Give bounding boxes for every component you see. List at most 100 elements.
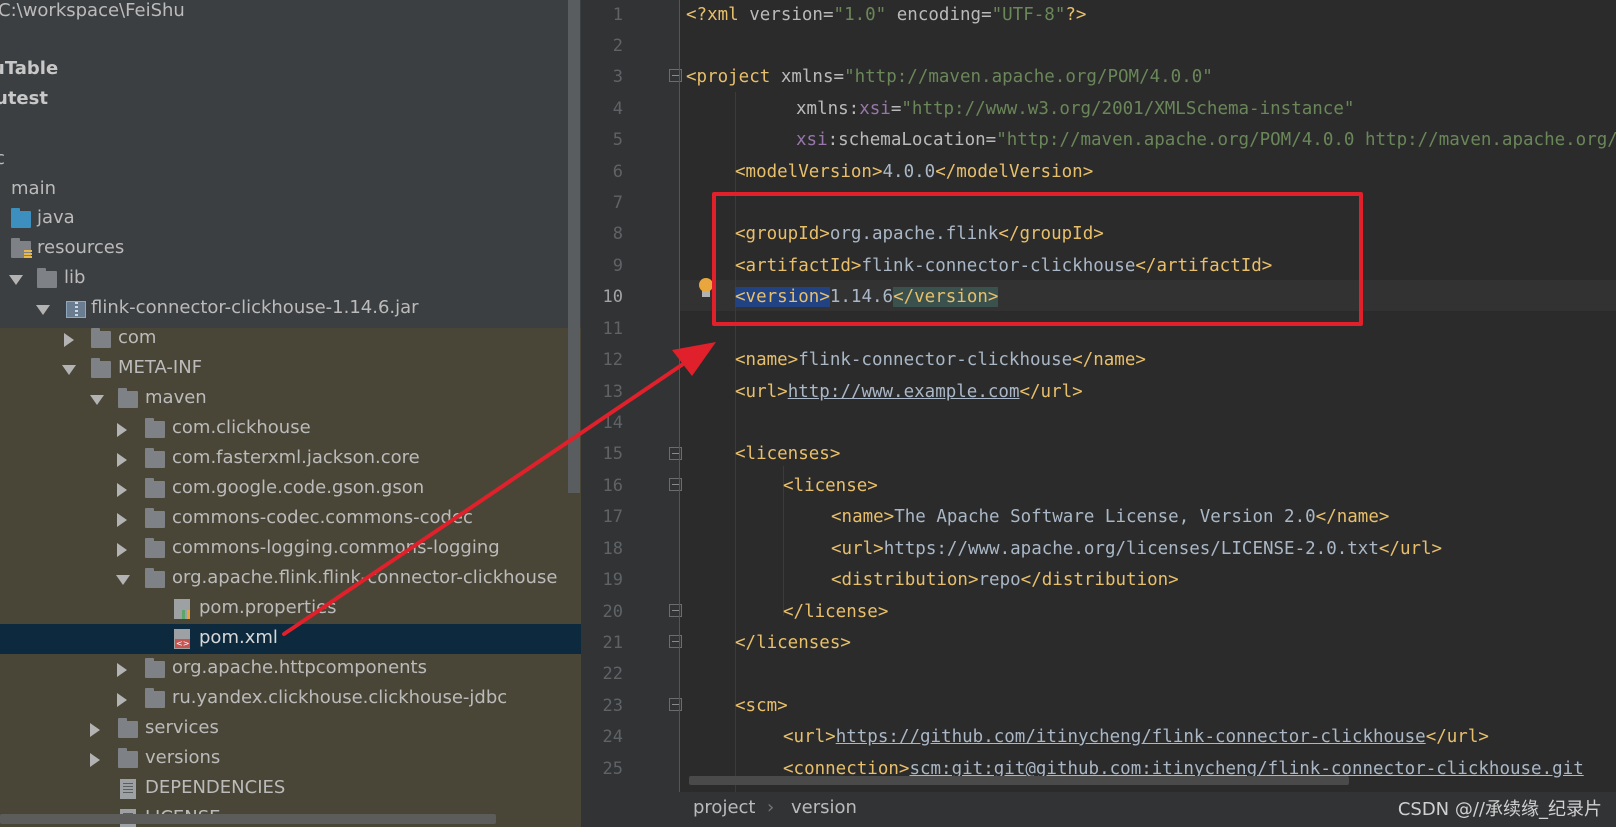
tree-item-label: versions (145, 747, 221, 768)
collapsed-arrow-icon[interactable] (117, 513, 127, 527)
expand-arrow-icon[interactable] (62, 365, 76, 375)
tree-item-jackson[interactable]: com.fasterxml.jackson.core (0, 444, 581, 474)
tree-item-pom-properties[interactable]: pom.properties (0, 594, 581, 624)
fold-marker-icon[interactable] (669, 69, 682, 82)
xml-tag: <name> (735, 350, 799, 370)
tree-item-resources[interactable]: resources (0, 234, 581, 264)
fold-marker-icon[interactable] (669, 604, 682, 617)
folder-icon (145, 688, 165, 708)
xml-tag: </name> (1315, 507, 1390, 527)
xml-attr: xmlns: (796, 99, 860, 119)
tree-item-versions[interactable]: versions (0, 744, 581, 774)
collapsed-arrow-icon[interactable] (117, 483, 127, 497)
code-line-12: <name>flink-connector-clickhouse</name> (735, 348, 1146, 380)
tree-item-label: services (145, 717, 219, 738)
code-line-15: <licenses> (735, 442, 840, 474)
tree-item-flink-connector[interactable]: org.apache.flink.flink-connector-clickho… (0, 564, 581, 594)
breadcrumb-item-version[interactable]: version (791, 797, 857, 818)
tree-item-module-test[interactable]: utest (0, 85, 581, 115)
line-number: 1 (612, 5, 623, 25)
tree-item-java[interactable]: java (0, 204, 581, 234)
collapsed-arrow-icon[interactable] (64, 333, 74, 347)
collapsed-arrow-icon[interactable] (117, 423, 127, 437)
folder-icon (118, 388, 138, 408)
xml-link[interactable]: https://github.com/itinycheng/flink-conn… (836, 727, 1426, 747)
tree-horizontal-scrollbar[interactable] (0, 814, 496, 824)
tree-item-label: main (11, 178, 56, 199)
tree-item-gson[interactable]: com.google.code.gson.gson (0, 474, 581, 504)
collapsed-arrow-icon[interactable] (117, 663, 127, 677)
tree-item-maven[interactable]: maven (0, 384, 581, 414)
line-number: 5 (612, 130, 623, 150)
xml-tag: <url> (831, 539, 884, 559)
fold-marker-icon[interactable] (669, 635, 682, 648)
tree-item-commons-logging[interactable]: commons-logging.commons-logging (0, 534, 581, 564)
tree-item-com-clickhouse[interactable]: com.clickhouse (0, 414, 581, 444)
expand-arrow-icon[interactable] (90, 395, 104, 405)
source-folder-icon (11, 208, 31, 228)
collapsed-arrow-icon[interactable] (90, 723, 100, 737)
line-number: 3 (612, 67, 623, 87)
tree-item-src[interactable]: c (0, 145, 581, 175)
collapsed-arrow-icon[interactable] (90, 753, 100, 767)
tree-item-label: maven (145, 387, 207, 408)
tree-item-jar[interactable]: flink-connector-clickhouse-1.14.6.jar (0, 294, 581, 324)
resources-folder-icon (11, 238, 32, 258)
fold-marker-icon[interactable] (669, 478, 682, 491)
line-number-current: 10 (602, 287, 623, 307)
tree-item-main[interactable]: main (0, 175, 581, 205)
tree-item-services[interactable]: services (0, 714, 581, 744)
collapsed-arrow-icon[interactable] (117, 543, 127, 557)
expand-arrow-icon[interactable] (9, 275, 23, 285)
xml-attr: version (749, 5, 823, 25)
code-line-16: <license> (783, 474, 878, 506)
tree-item-label: com (118, 327, 157, 348)
line-number: 17 (602, 507, 623, 527)
folder-icon (145, 478, 165, 498)
tree-item-lib[interactable]: lib (0, 264, 581, 294)
xml-namespace: xsi (796, 130, 828, 150)
tree-item-clickhouse-jdbc[interactable]: ru.yandex.clickhouse.clickhouse-jdbc (0, 684, 581, 714)
tree-vertical-scrollbar[interactable] (568, 0, 580, 493)
tree-item-meta-inf[interactable]: META-INF (0, 354, 581, 384)
expand-arrow-icon[interactable] (116, 575, 130, 585)
xml-eq: = (981, 5, 992, 25)
tree-item-httpcomponents[interactable]: org.apache.httpcomponents (0, 654, 581, 684)
xml-tag: <license> (783, 476, 878, 496)
folder-icon (145, 538, 165, 558)
code-line-17: <name>The Apache Software License, Versi… (831, 505, 1389, 537)
editor-horizontal-scrollbar[interactable] (689, 776, 1349, 785)
collapsed-arrow-icon[interactable] (117, 693, 127, 707)
code-editor[interactable]: 1 2 3 4 5 6 7 8 9 10 11 12 13 14 15 16 1… (581, 0, 1616, 792)
tree-item-label: uTable (0, 58, 59, 79)
xml-tag: </name> (1072, 350, 1146, 370)
line-number: 21 (602, 633, 623, 653)
line-number: 24 (602, 727, 623, 747)
breadcrumb-item-project[interactable]: project (693, 797, 755, 818)
xml-namespace: xsi (859, 99, 891, 119)
xml-attr: :schemaLocation (827, 130, 986, 150)
expand-arrow-icon[interactable] (36, 305, 50, 315)
line-number: 7 (612, 193, 623, 213)
tree-item-label: ru.yandex.clickhouse.clickhouse-jdbc (172, 687, 508, 708)
collapsed-arrow-icon[interactable] (117, 453, 127, 467)
tree-item-label: DEPENDENCIES (145, 777, 286, 798)
xml-attr: xmlns (780, 67, 834, 87)
project-path: C:\workspace\FeiShu (0, 0, 185, 21)
xml-eq: = (890, 99, 902, 119)
tree-item-label: org.apache.httpcomponents (172, 657, 427, 678)
xml-tag: <scm> (735, 696, 788, 716)
tree-item-dependencies[interactable]: DEPENDENCIES (0, 774, 581, 804)
xml-link[interactable]: http://www.example.com (788, 382, 1020, 402)
xml-tag: </licenses> (735, 633, 851, 653)
tree-item-pom-xml[interactable]: pom.xml (0, 624, 581, 654)
code-line-6: <modelVersion>4.0.0</modelVersion> (735, 160, 1093, 192)
tree-item-com[interactable]: com (0, 324, 581, 354)
line-number: 19 (602, 570, 623, 590)
tree-item-commons-codec[interactable]: commons-codec.commons-codec (0, 504, 581, 534)
tree-item-label: flink-connector-clickhouse-1.14.6.jar (91, 297, 419, 318)
folder-icon (91, 328, 111, 348)
fold-marker-icon[interactable] (669, 698, 682, 711)
fold-marker-icon[interactable] (669, 447, 682, 460)
tree-item-module-table[interactable]: uTable (0, 55, 581, 85)
